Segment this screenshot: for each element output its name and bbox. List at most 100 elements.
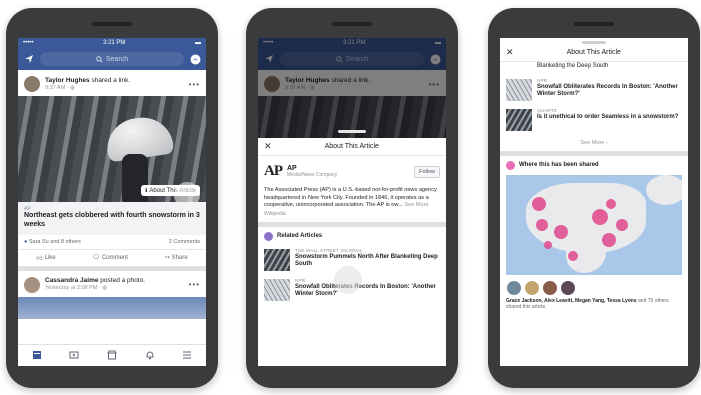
phone-speaker — [332, 22, 372, 26]
like-reaction-icon: ● — [24, 238, 28, 245]
sheet-title: About This Article — [566, 49, 621, 56]
messenger-icon[interactable] — [189, 53, 201, 65]
post-time[interactable]: 9:37 AM — [45, 85, 65, 91]
status-time: 3:21 PM — [103, 40, 126, 46]
close-icon[interactable]: ✕ — [506, 47, 514, 58]
sheet-drag-handle[interactable] — [338, 130, 366, 133]
search-input[interactable]: Search — [40, 52, 184, 66]
post-actions: 👍︎ Like 🗨︎ Comment ↪ Share — [18, 250, 206, 271]
share-button[interactable]: ↪ Share — [165, 254, 188, 262]
share-label: Share — [171, 254, 188, 261]
avatar[interactable] — [524, 279, 540, 296]
related-articles-icon — [264, 231, 273, 241]
shared-heading-label: Where this has been shared — [519, 162, 599, 168]
article-title: Is it unethical to order Seamless in a s… — [537, 113, 679, 120]
article-title: Snowstorm Pummels North After Blanketing… — [295, 253, 438, 268]
avatar[interactable] — [24, 76, 40, 92]
article-title-snippet: Blanketing the Deep South — [537, 63, 609, 69]
post-action: posted a photo. — [100, 277, 146, 285]
map-hotspot — [616, 218, 628, 231]
post-photo[interactable]: ℹ About This Article — [18, 96, 206, 202]
phone-shared-map: ✕ About This Article Blanketing the Deep… — [488, 8, 700, 388]
phone-screen: ••••• 3:21 PM ▬ Search Taylor Hughes sha… — [18, 38, 206, 366]
article-thumbnail — [506, 108, 532, 131]
like-button[interactable]: 👍︎ Like — [36, 254, 55, 262]
news-feed-icon[interactable] — [32, 347, 42, 365]
related-article[interactable]: NPR Snowfall Obliterates Records In Bost… — [500, 76, 688, 106]
post-action: shared a link. — [91, 76, 131, 84]
related-articles-heading: Related Articles — [258, 227, 446, 246]
avatar[interactable] — [24, 276, 40, 293]
camera-icon[interactable] — [23, 53, 35, 65]
sharer-names: Grace Jackson, Alex Leavitt, Megan Yang,… — [506, 297, 637, 304]
link-preview[interactable]: AP Northeast gets clobbered with fourth … — [18, 202, 206, 235]
map-hotspot — [568, 250, 578, 261]
sheet-drag-handle[interactable] — [582, 41, 606, 44]
post-author[interactable]: Taylor Hughes — [45, 77, 90, 84]
publisher-row: AP AP Media/News Company Follow — [258, 156, 446, 187]
shared-map[interactable] — [506, 174, 682, 275]
phone-speaker — [574, 22, 614, 26]
article-title: Snowfall Obliterates Records In Boston: … — [537, 83, 678, 98]
about-article-sheet: ✕ About This Article AP AP Media/News Co… — [258, 130, 446, 366]
search-icon — [96, 55, 103, 63]
video-icon[interactable] — [69, 347, 79, 365]
comments-count[interactable]: 2 Comments — [169, 239, 200, 245]
post-time[interactable]: Yesterday at 2:08 PM — [45, 285, 97, 291]
more-options-icon[interactable]: ••• — [189, 280, 200, 289]
menu-icon[interactable] — [182, 347, 192, 365]
search-placeholder: Search — [105, 55, 129, 63]
touch-indicator — [334, 266, 362, 294]
avatar[interactable] — [506, 279, 522, 296]
article-thumbnail — [506, 78, 532, 101]
map-hotspot — [606, 198, 616, 209]
phone-screen: ••••• 3:21 PM ▬ Search Taylor Hughes sha… — [258, 38, 446, 366]
see-more-label: See More — [580, 139, 605, 146]
post-header: Cassandra Jaime posted a photo. Yesterda… — [18, 271, 206, 297]
marketplace-icon[interactable] — [107, 347, 117, 365]
map-hotspot — [536, 218, 548, 231]
article-thumbnail — [264, 248, 290, 271]
like-label: Like — [44, 254, 56, 261]
sheet-header: ✕ About This Article — [500, 44, 688, 62]
notifications-icon[interactable] — [145, 347, 155, 365]
comment-label: Comment — [101, 254, 128, 261]
see-more-link[interactable]: See More — [404, 202, 428, 208]
chevron-right-icon: › — [605, 139, 608, 146]
sharers-summary[interactable]: Grace Jackson, Alex Leavitt, Megan Yang,… — [500, 298, 688, 311]
dim-overlay[interactable] — [258, 38, 446, 138]
publisher-name[interactable]: AP — [287, 165, 337, 172]
shared-heading: Where this has been shared — [500, 156, 688, 175]
close-icon[interactable]: ✕ — [264, 141, 272, 152]
wikipedia-source[interactable]: Wikipedia — [258, 210, 446, 227]
follow-button[interactable]: Follow — [414, 165, 440, 178]
map-land — [646, 174, 682, 205]
map-hotspot — [544, 240, 552, 249]
avatar[interactable] — [542, 279, 558, 296]
map-hotspot — [592, 208, 608, 225]
comment-button[interactable]: 🗨︎ Comment — [92, 254, 128, 262]
sheet-title: About This Article — [324, 143, 379, 150]
link-title: Northeast gets clobbered with fourth sno… — [24, 212, 200, 228]
status-bar: ••••• 3:21 PM ▬ — [18, 38, 206, 48]
post-author[interactable]: Cassandra Jaime — [45, 277, 98, 284]
related-article[interactable]: Blanketing the Deep South — [500, 62, 688, 76]
related-article[interactable]: Quartz Is it unethical to order Seamless… — [500, 106, 688, 136]
more-options-icon[interactable]: ••• — [189, 80, 200, 89]
phone-screen: ✕ About This Article Blanketing the Deep… — [500, 38, 688, 366]
tab-bar — [18, 344, 206, 366]
related-heading-label: Related Articles — [277, 233, 323, 240]
post-photo[interactable] — [18, 296, 206, 319]
location-pin-icon — [506, 160, 515, 170]
avatar[interactable] — [560, 279, 576, 296]
reactions-count[interactable]: Sara Su and 8 others — [29, 239, 81, 245]
article-title: Snowfall Obliterates Records In Boston: … — [295, 283, 436, 298]
map-hotspot — [602, 232, 616, 247]
publisher-logo[interactable]: AP — [264, 163, 283, 180]
phone-feed: ••••• 3:21 PM ▬ Search Taylor Hughes sha… — [6, 8, 218, 388]
map-hotspot — [532, 196, 546, 211]
globe-icon: ◍ — [102, 285, 108, 292]
signal-icon: ••••• — [23, 40, 34, 46]
see-more-button[interactable]: See More › — [500, 136, 688, 156]
phone-speaker — [92, 22, 132, 26]
